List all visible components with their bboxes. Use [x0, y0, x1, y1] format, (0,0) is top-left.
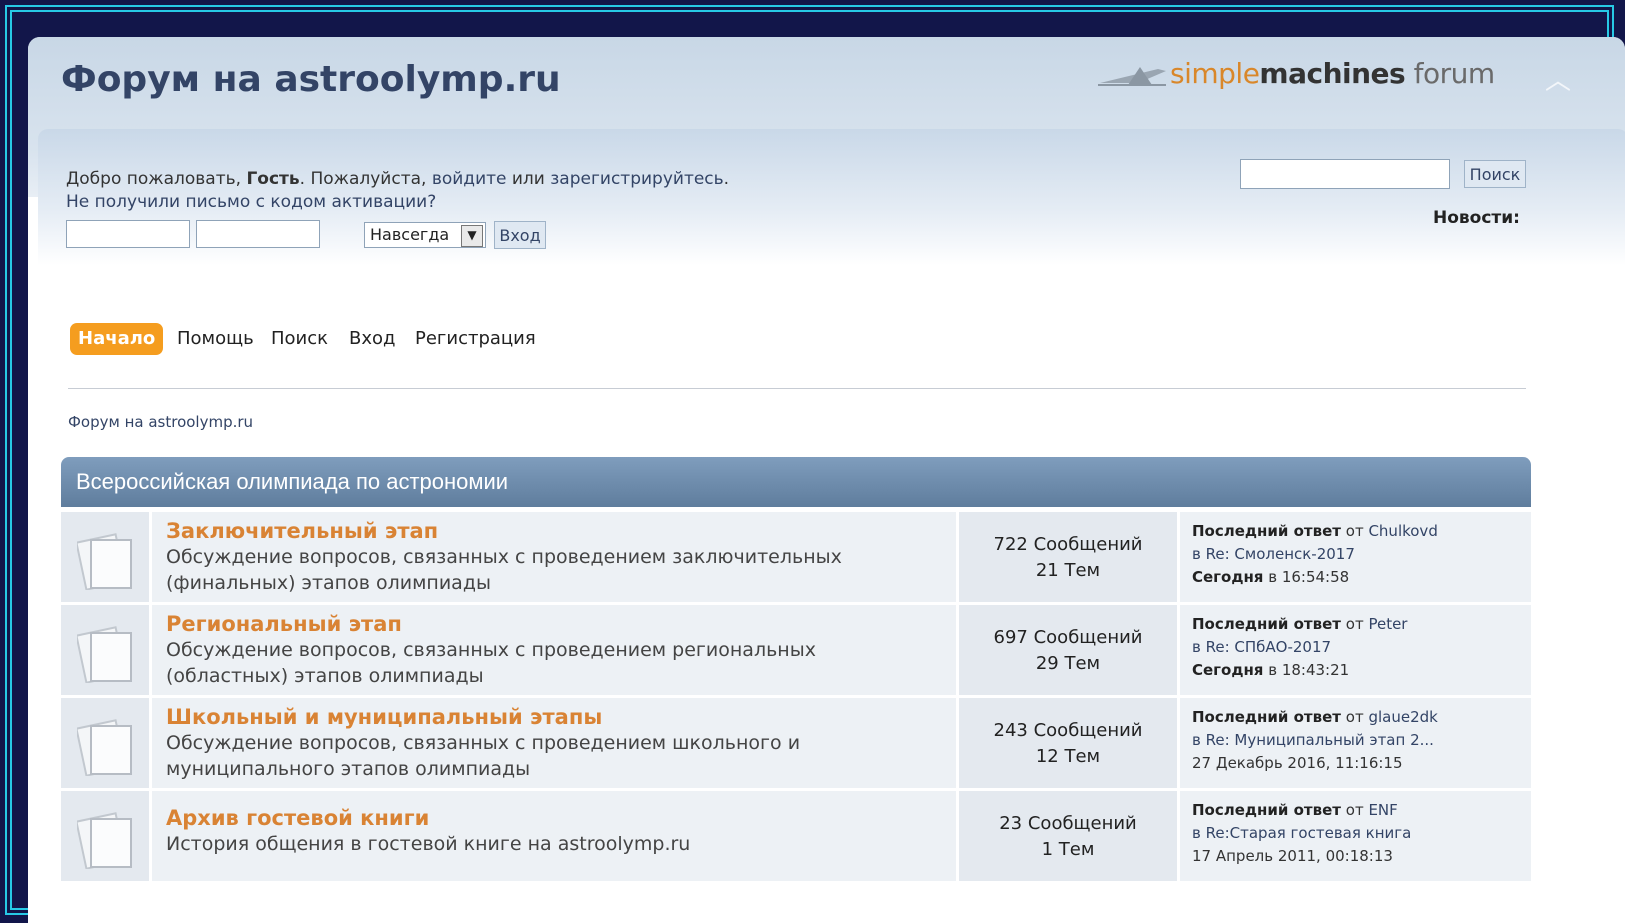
session-duration-select[interactable]: Навсегда ▼ — [364, 222, 486, 248]
board-icon-cell — [61, 512, 149, 602]
guest-label: Гость — [246, 169, 300, 189]
category-header[interactable]: Всероссийская олимпиада по астрономии — [61, 457, 1531, 507]
last-post-date: в 16:54:58 — [1263, 568, 1350, 586]
board-info: Региональный этап Обсуждение вопросов, с… — [152, 605, 956, 695]
username-input[interactable] — [66, 220, 190, 248]
board-stats: 722 Сообщений 21 Тем — [959, 512, 1177, 602]
login-button[interactable]: Вход — [494, 221, 546, 249]
last-post-date: в 18:43:21 — [1263, 661, 1350, 679]
board-title-link[interactable]: Региональный этап — [166, 611, 942, 637]
board-description: (финальных) этапов олимпиады — [166, 572, 491, 594]
menu-item-login[interactable]: Вход — [349, 323, 395, 355]
smf-logo[interactable]: simplemachines forum — [1098, 55, 1518, 95]
board-info: Школьный и муниципальный этапы Обсуждени… — [152, 698, 956, 788]
logo-simple-text: simple — [1170, 57, 1260, 90]
last-post-date: 17 Апрель 2011, 00:18:13 — [1192, 847, 1393, 865]
last-post-topic-link[interactable]: Re: Муниципальный этап 2... — [1206, 731, 1434, 749]
search-input[interactable] — [1240, 159, 1450, 189]
register-link[interactable]: зарегистрируйтесь — [550, 169, 723, 189]
divider — [68, 388, 1526, 389]
board-title-link[interactable]: Архив гостевой книги — [166, 805, 942, 831]
breadcrumb[interactable]: Форум на astroolymp.ru — [68, 413, 253, 431]
news-label: Новости: — [1433, 208, 1520, 228]
no-new-posts-icon — [77, 812, 132, 869]
topic-count: 29 Тем — [1035, 653, 1101, 674]
last-post-author-link[interactable]: Peter — [1368, 615, 1407, 633]
topic-count: 21 Тем — [1035, 560, 1101, 581]
board-description: Обсуждение вопросов, связанных с проведе… — [166, 639, 816, 661]
post-count: 23 Сообщений — [999, 813, 1137, 834]
last-post-label: Последний ответ — [1192, 615, 1341, 633]
board-info: Заключительный этап Обсуждение вопросов,… — [152, 512, 956, 602]
board-description: Обсуждение вопросов, связанных с проведе… — [166, 732, 801, 754]
board-row: Региональный этап Обсуждение вопросов, с… — [61, 605, 1531, 695]
last-post: Последний ответ от Peter в Re: СПбАО-201… — [1180, 605, 1531, 695]
no-new-posts-icon — [77, 533, 132, 590]
collapse-header-icon[interactable]: ︿ — [1540, 63, 1576, 99]
no-new-posts-icon — [77, 626, 132, 683]
post-count: 243 Сообщений — [993, 720, 1143, 741]
activation-link[interactable]: Не получили письмо с кодом активации? — [66, 190, 436, 214]
board-info: Архив гостевой книги История общения в г… — [152, 791, 956, 881]
board-stats: 23 Сообщений 1 Тем — [959, 791, 1177, 881]
duration-value: Навсегда — [370, 225, 450, 244]
board-row: Архив гостевой книги История общения в г… — [61, 791, 1531, 881]
password-input[interactable] — [196, 220, 320, 248]
topic-count: 12 Тем — [1035, 746, 1101, 767]
board-stats: 697 Сообщений 29 Тем — [959, 605, 1177, 695]
last-post: Последний ответ от Chulkovd в Re: Смолен… — [1180, 512, 1531, 602]
last-post-date: 27 Декабрь 2016, 11:16:15 — [1192, 754, 1403, 772]
menu-item-search[interactable]: Поиск — [271, 323, 328, 355]
board-title-link[interactable]: Заключительный этап — [166, 518, 942, 544]
forum-page: Форум на astroolymp.ru simplemachines fo… — [28, 37, 1625, 923]
board-row: Заключительный этап Обсуждение вопросов,… — [61, 512, 1531, 602]
logo-forum-text: forum — [1405, 57, 1496, 90]
last-post-date-bold: Сегодня — [1192, 568, 1264, 586]
board-icon-cell — [61, 698, 149, 788]
last-post-topic-link[interactable]: Re:Старая гостевая книга — [1206, 824, 1412, 842]
menu-item-help[interactable]: Помощь — [177, 323, 254, 355]
topic-count: 1 Тем — [1041, 839, 1095, 860]
smf-logo-icon — [1098, 67, 1166, 86]
last-post-label: Последний ответ — [1192, 801, 1341, 819]
menu-item-register[interactable]: Регистрация — [415, 323, 536, 355]
menu-item-home[interactable]: Начало — [70, 323, 164, 355]
board-description: муниципального этапов олимпиады — [166, 758, 531, 780]
last-post-label: Последний ответ — [1192, 522, 1341, 540]
site-title: Форум на astroolymp.ru — [61, 59, 561, 100]
last-post-author-link[interactable]: ENF — [1368, 801, 1397, 819]
last-post: Последний ответ от ENF в Re:Старая госте… — [1180, 791, 1531, 881]
last-post: Последний ответ от glaue2dk в Re: Муници… — [1180, 698, 1531, 788]
no-new-posts-icon — [77, 719, 132, 776]
last-post-date-bold: Сегодня — [1192, 661, 1264, 679]
logo-machines-text: machines — [1259, 57, 1406, 90]
last-post-author-link[interactable]: glaue2dk — [1368, 708, 1437, 726]
board-description: История общения в гостевой книге на astr… — [166, 833, 691, 855]
login-link[interactable]: войдите — [432, 169, 507, 189]
post-count: 697 Сообщений — [993, 627, 1143, 648]
last-post-label: Последний ответ — [1192, 708, 1341, 726]
board-title-link[interactable]: Школьный и муниципальный этапы — [166, 704, 942, 730]
last-post-author-link[interactable]: Chulkovd — [1368, 522, 1437, 540]
board-description: (областных) этапов олимпиады — [166, 665, 484, 687]
welcome-text: Добро пожаловать, Гость. Пожалуйста, вой… — [66, 169, 730, 189]
post-count: 722 Сообщений — [993, 534, 1143, 555]
board-stats: 243 Сообщений 12 Тем — [959, 698, 1177, 788]
board-icon-cell — [61, 791, 149, 881]
chevron-down-icon: ▼ — [461, 225, 483, 247]
last-post-topic-link[interactable]: Re: Смоленск-2017 — [1206, 545, 1355, 563]
board-row: Школьный и муниципальный этапы Обсуждени… — [61, 698, 1531, 788]
search-button[interactable]: Поиск — [1464, 160, 1526, 188]
board-description: Обсуждение вопросов, связанных с проведе… — [166, 546, 842, 568]
board-icon-cell — [61, 605, 149, 695]
last-post-topic-link[interactable]: Re: СПбАО-2017 — [1206, 638, 1331, 656]
